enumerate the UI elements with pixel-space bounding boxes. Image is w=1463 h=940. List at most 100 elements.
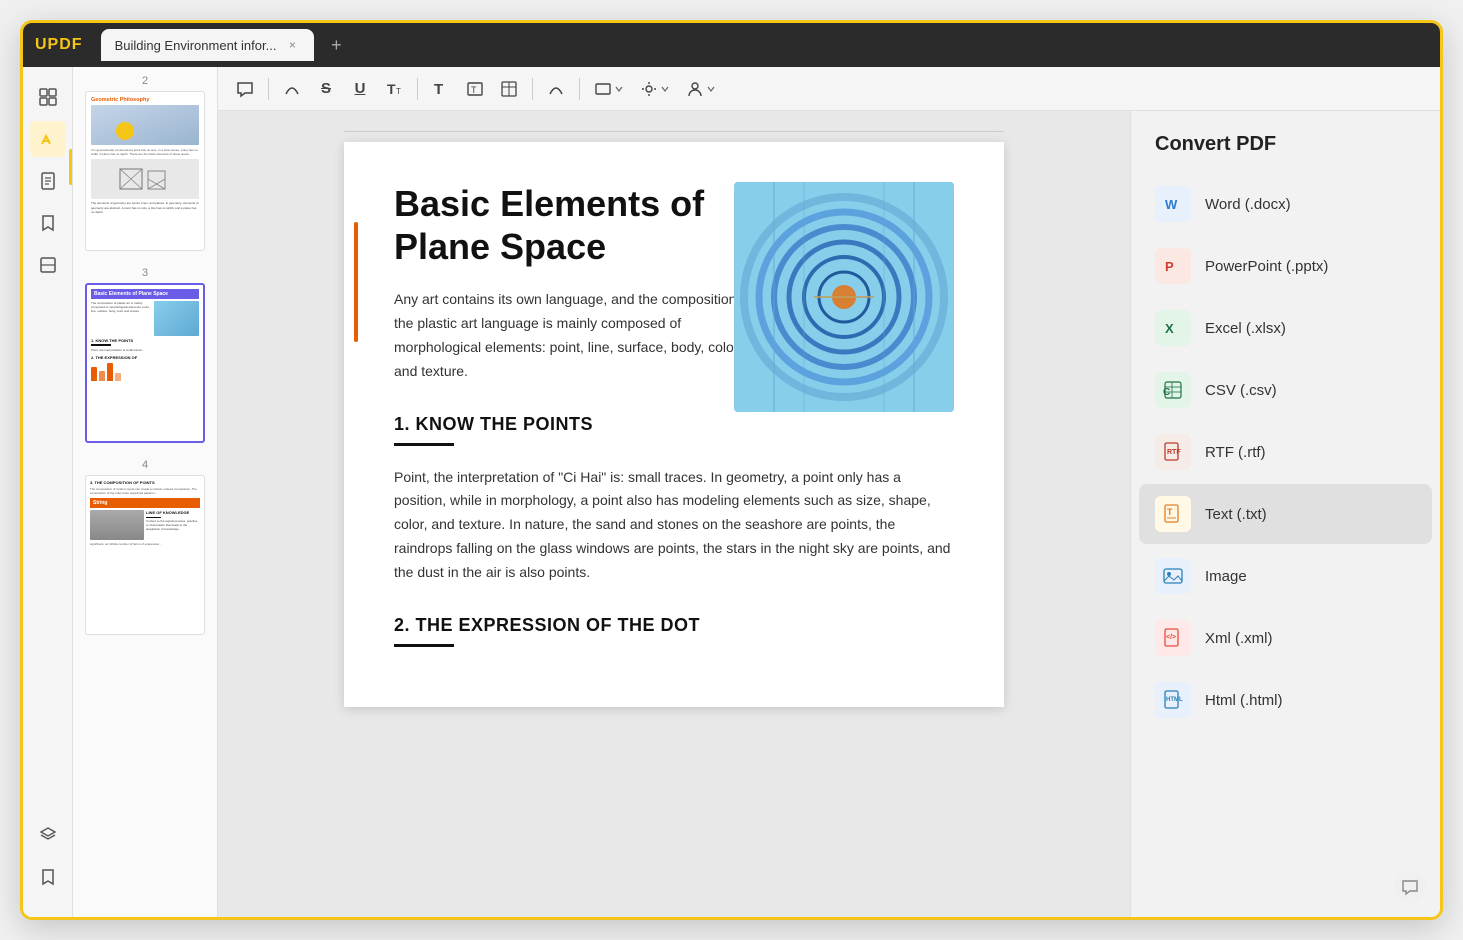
- svg-text:W: W: [1165, 197, 1178, 212]
- text-small-btn[interactable]: T T: [379, 74, 409, 104]
- sidebar-highlight-btn[interactable]: [30, 121, 66, 157]
- svg-text:P: P: [1165, 259, 1174, 274]
- image-label: Image: [1205, 568, 1247, 585]
- word-icon: W: [1155, 186, 1191, 222]
- shape-dropdown[interactable]: [588, 78, 630, 100]
- svg-text:T: T: [471, 85, 477, 95]
- html-label: Html (.html): [1205, 692, 1283, 709]
- thumb-2-img[interactable]: Geometric Philosophy It is geometrically…: [85, 91, 205, 251]
- csv-label: CSV (.csv): [1205, 382, 1277, 399]
- convert-ppt-btn[interactable]: P PowerPoint (.pptx): [1139, 236, 1432, 296]
- thumb-page-4[interactable]: 4 3. THE COMPOSITION OF POINTS The compo…: [81, 459, 209, 635]
- convert-txt-btn[interactable]: T Text (.txt): [1139, 484, 1432, 544]
- word-label: Word (.docx): [1205, 196, 1291, 213]
- svg-text:RTF: RTF: [1167, 449, 1181, 456]
- page-3-number: 3: [142, 267, 148, 279]
- pen-tool-btn[interactable]: [541, 74, 571, 104]
- page-divider: [344, 131, 1004, 132]
- svg-text:T: T: [1167, 507, 1173, 517]
- svg-text:T: T: [387, 81, 396, 97]
- user-dropdown[interactable]: [680, 78, 722, 100]
- excel-label: Excel (.xlsx): [1205, 320, 1286, 337]
- section2-underline: [394, 644, 454, 647]
- content-area: Basic Elements of Plane Space: [218, 111, 1440, 917]
- toolbar: S U T T T: [218, 67, 1440, 111]
- csv-icon: C: [1155, 372, 1191, 408]
- pdf-intro: Any art contains its own language, and t…: [394, 288, 764, 383]
- tool-dropdown[interactable]: [634, 78, 676, 100]
- convert-xml-btn[interactable]: </> Xml (.xml): [1139, 608, 1432, 668]
- svg-text:C: C: [1163, 387, 1170, 398]
- page-4-number: 4: [142, 459, 148, 471]
- main-area: 2 Geometric Philosophy It is geometrical…: [23, 67, 1440, 917]
- separator-2: [417, 78, 418, 100]
- tab-title: Building Environment infor...: [115, 38, 277, 53]
- section1-body: Point, the interpretation of "Ci Hai" is…: [394, 466, 954, 585]
- svg-text:T: T: [396, 87, 401, 96]
- rtf-label: RTF (.rtf): [1205, 444, 1266, 461]
- thumb-4-img[interactable]: 3. THE COMPOSITION OF POINTS The composi…: [85, 475, 205, 635]
- strikethrough-tool-btn[interactable]: S: [311, 74, 341, 104]
- convert-panel-title: Convert PDF: [1131, 111, 1440, 174]
- convert-rtf-btn[interactable]: RTF RTF (.rtf): [1139, 422, 1432, 482]
- sidebar-active-indicator: [69, 149, 72, 185]
- svg-text:T: T: [434, 81, 443, 98]
- title-bar: UPDF Building Environment infor... × +: [23, 23, 1440, 67]
- page-2-number: 2: [142, 75, 148, 87]
- convert-html-btn[interactable]: HTML Html (.html): [1139, 670, 1432, 730]
- updf-logo: UPDF: [35, 36, 83, 54]
- app-window: UPDF Building Environment infor... × +: [20, 20, 1443, 920]
- section2-title: 2. THE EXPRESSION OF THE DOT: [394, 615, 954, 636]
- thumbnail-panel: 2 Geometric Philosophy It is geometrical…: [73, 67, 218, 917]
- thumb-page-2[interactable]: 2 Geometric Philosophy It is geometrical…: [81, 75, 209, 251]
- active-tab[interactable]: Building Environment infor... ×: [101, 29, 315, 61]
- pdf-page: Basic Elements of Plane Space: [344, 142, 1004, 707]
- convert-word-btn[interactable]: W Word (.docx): [1139, 174, 1432, 234]
- thumb-3-img[interactable]: Basic Elements of Plane Space The compos…: [85, 283, 205, 443]
- tab-close-btn[interactable]: ×: [284, 37, 300, 53]
- excel-icon: X: [1155, 310, 1191, 346]
- table-tool-btn[interactable]: [494, 74, 524, 104]
- comment-tool-btn[interactable]: [230, 74, 260, 104]
- rtf-icon: RTF: [1155, 434, 1191, 470]
- convert-list: W Word (.docx) P: [1131, 174, 1440, 730]
- section1-title: 1. KNOW THE POINTS: [394, 414, 954, 435]
- sidebar-layers2-btn[interactable]: [30, 817, 66, 853]
- svg-text:</>: </>: [1166, 634, 1176, 641]
- separator-1: [268, 78, 269, 100]
- separator-3: [532, 78, 533, 100]
- sidebar-pages-btn[interactable]: [30, 163, 66, 199]
- sidebar-bookmark-btn[interactable]: [30, 205, 66, 241]
- pdf-title-area: Basic Elements of Plane Space: [394, 182, 754, 268]
- xml-label: Xml (.xml): [1205, 630, 1273, 647]
- left-sidebar: [23, 67, 73, 917]
- new-tab-btn[interactable]: +: [324, 33, 348, 57]
- sidebar-thumbnails-btn[interactable]: [30, 79, 66, 115]
- svg-text:HTML: HTML: [1166, 697, 1183, 703]
- image-icon: [1155, 558, 1191, 594]
- text-large-btn[interactable]: T: [426, 74, 456, 104]
- panel-comment-btn[interactable]: [1394, 871, 1426, 903]
- page-accent-bar: [354, 222, 358, 342]
- separator-4: [579, 78, 580, 100]
- convert-panel: Convert PDF W Word (.docx): [1130, 111, 1440, 917]
- ppt-icon: P: [1155, 248, 1191, 284]
- svg-text:X: X: [1165, 321, 1174, 336]
- convert-excel-btn[interactable]: X Excel (.xlsx): [1139, 298, 1432, 358]
- text-type-btn[interactable]: T: [460, 74, 490, 104]
- pdf-viewer[interactable]: Basic Elements of Plane Space: [218, 111, 1130, 917]
- sidebar-layers-btn[interactable]: [30, 247, 66, 283]
- html-icon: HTML: [1155, 682, 1191, 718]
- section1-underline: [394, 443, 454, 446]
- underline-tool-btn[interactable]: U: [345, 74, 375, 104]
- thumb-page-3[interactable]: 3 Basic Elements of Plane Space The comp…: [81, 267, 209, 443]
- pdf-tunnel-image: [734, 182, 954, 412]
- convert-image-btn[interactable]: Image: [1139, 546, 1432, 606]
- right-area: S U T T T: [218, 67, 1440, 917]
- arc-tool-btn[interactable]: [277, 74, 307, 104]
- convert-csv-btn[interactable]: C CSV (.csv): [1139, 360, 1432, 420]
- txt-icon: T: [1155, 496, 1191, 532]
- sidebar-bottom: [30, 817, 66, 905]
- sidebar-bookmark2-btn[interactable]: [30, 859, 66, 895]
- txt-label: Text (.txt): [1205, 506, 1267, 523]
